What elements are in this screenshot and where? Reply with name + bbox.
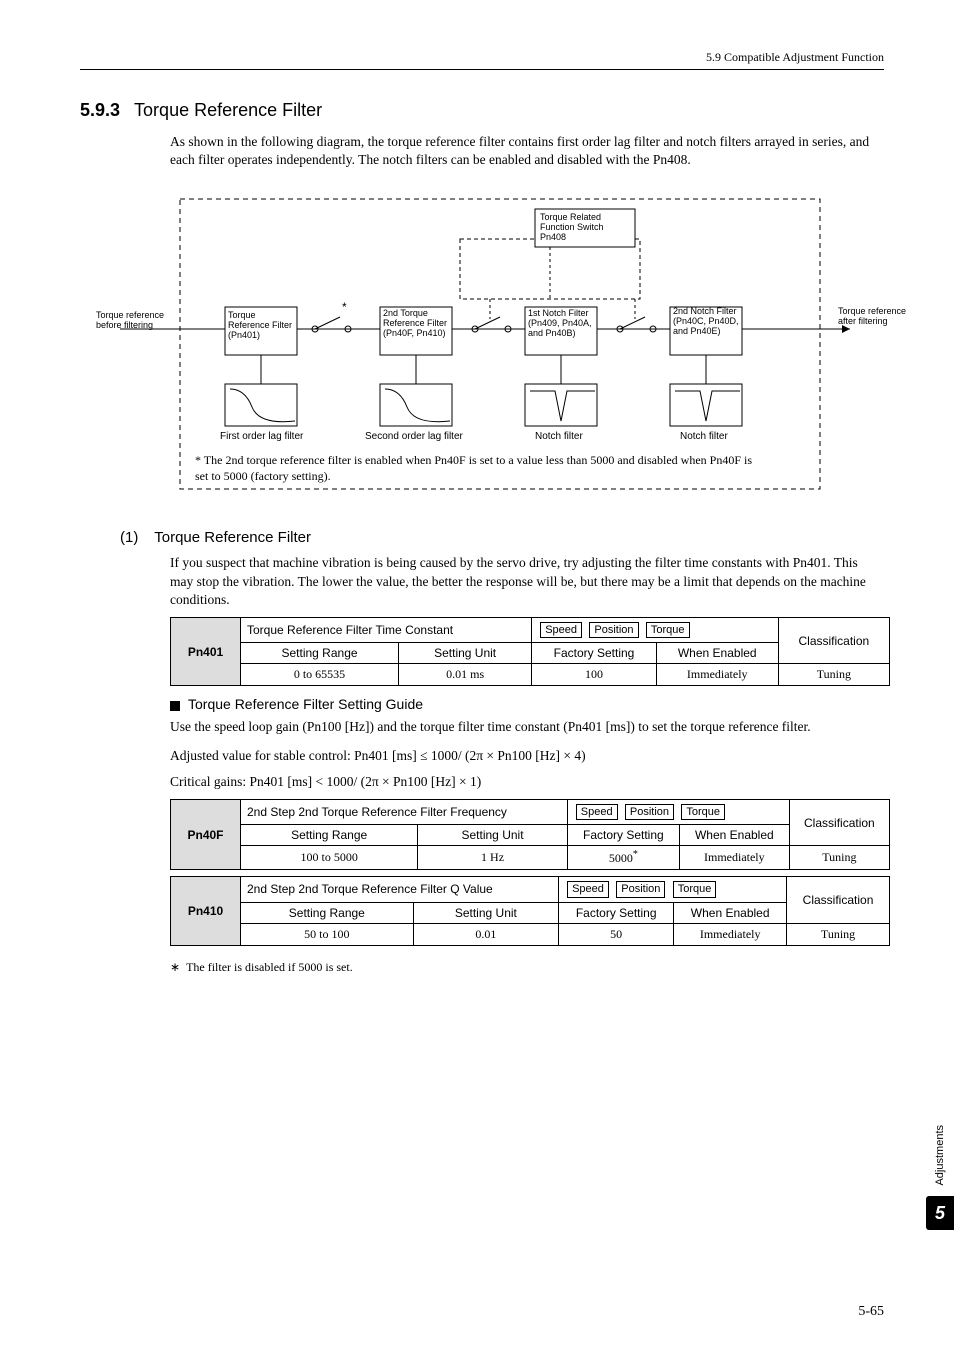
- pn401-enabled: Immediately: [656, 664, 778, 686]
- param-table-pn40f: Pn40F 2nd Step 2nd Torque Reference Filt…: [170, 799, 890, 870]
- pn410-label: Pn410: [171, 877, 241, 945]
- classification-header: Classification: [778, 618, 889, 664]
- pn40f-label: Pn40F: [171, 800, 241, 870]
- guide-title: Torque Reference Filter Setting Guide: [188, 696, 423, 712]
- pn410-factory: 50: [559, 923, 674, 945]
- diagram-block2: 2nd Torque Reference Filter (Pn40F, Pn41…: [383, 309, 449, 339]
- diagram-caption1: First order lag filter: [220, 431, 303, 442]
- section-heading: 5.9.3 Torque Reference Filter: [80, 100, 884, 121]
- pn401-range: 0 to 65535: [241, 664, 399, 686]
- diagram-switch-box: Torque Related Function Switch Pn408: [540, 213, 632, 243]
- diagram-output-label: Torque reference after filtering: [838, 307, 908, 327]
- classification-header: Classification: [787, 877, 890, 923]
- pn40f-class: Tuning: [789, 846, 889, 870]
- diagram-footnote: * The 2nd torque reference filter is ena…: [195, 453, 755, 484]
- tag-speed: Speed: [540, 622, 582, 638]
- diagram-caption4: Notch filter: [680, 431, 728, 442]
- tag-torque: Torque: [673, 881, 717, 897]
- guide-p3: Critical gains: Pn401 [ms] < 1000/ (2π ×…: [170, 773, 884, 791]
- side-label: Adjustments: [934, 1125, 946, 1186]
- pn410-title: 2nd Step 2nd Torque Reference Filter Q V…: [247, 882, 493, 896]
- section-intro: As shown in the following diagram, the t…: [170, 133, 884, 169]
- tag-speed: Speed: [576, 804, 618, 820]
- subsection-body: If you suspect that machine vibration is…: [170, 554, 884, 609]
- pn401-title: Torque Reference Filter Time Constant: [247, 623, 453, 637]
- diagram-block4: 2nd Notch Filter (Pn40C, Pn40D, and Pn40…: [673, 307, 739, 337]
- tag-position: Position: [589, 622, 638, 638]
- col-setting-unit: Setting Unit: [413, 902, 558, 923]
- side-tab: Adjustments 5: [926, 1125, 954, 1230]
- pn410-unit: 0.01: [413, 923, 558, 945]
- section-number: 5.9.3: [80, 100, 120, 121]
- col-setting-unit: Setting Unit: [418, 825, 567, 846]
- filter-diagram: Torque reference before filtering Torque…: [80, 189, 884, 509]
- square-bullet-icon: [170, 701, 180, 711]
- pn401-factory: 100: [532, 664, 657, 686]
- header-breadcrumb: 5.9 Compatible Adjustment Function: [80, 50, 884, 70]
- pn410-enabled: Immediately: [674, 923, 787, 945]
- col-when-enabled: When Enabled: [656, 643, 778, 664]
- pn410-range: 50 to 100: [241, 923, 414, 945]
- diagram-caption2: Second order lag filter: [365, 431, 463, 442]
- tag-position: Position: [616, 881, 665, 897]
- tag-speed: Speed: [567, 881, 609, 897]
- param-table-pn401: Pn401 Torque Reference Filter Time Const…: [170, 617, 890, 686]
- pn40f-enabled: Immediately: [679, 846, 789, 870]
- pn401-unit: 0.01 ms: [399, 664, 532, 686]
- guide-p1: Use the speed loop gain (Pn100 [Hz]) and…: [170, 718, 884, 736]
- col-setting-unit: Setting Unit: [399, 643, 532, 664]
- pn401-class: Tuning: [778, 664, 889, 686]
- pn40f-title: 2nd Step 2nd Torque Reference Filter Fre…: [247, 805, 507, 819]
- subsection-number: (1): [120, 529, 138, 546]
- tag-torque: Torque: [681, 804, 725, 820]
- col-factory-setting: Factory Setting: [559, 902, 674, 923]
- footnote: ∗ The filter is disabled if 5000 is set.: [170, 960, 884, 975]
- tag-torque: Torque: [646, 622, 690, 638]
- pn401-label: Pn401: [171, 618, 241, 686]
- col-setting-range: Setting Range: [241, 825, 418, 846]
- chapter-badge: 5: [926, 1196, 954, 1230]
- classification-header: Classification: [789, 800, 889, 846]
- diagram-input-label: Torque reference before filtering: [96, 311, 166, 331]
- diagram-caption3: Notch filter: [535, 431, 583, 442]
- page-number: 5-65: [858, 1304, 884, 1320]
- pn410-class: Tuning: [787, 923, 890, 945]
- guide-heading: Torque Reference Filter Setting Guide: [170, 696, 884, 712]
- pn40f-factory: 5000*: [567, 846, 679, 870]
- col-factory-setting: Factory Setting: [567, 825, 679, 846]
- col-factory-setting: Factory Setting: [532, 643, 657, 664]
- diagram-block1: Torque Reference Filter (Pn401): [228, 311, 294, 341]
- section-title: Torque Reference Filter: [134, 100, 322, 121]
- diagram-asterisk: *: [342, 301, 347, 314]
- col-setting-range: Setting Range: [241, 902, 414, 923]
- col-when-enabled: When Enabled: [679, 825, 789, 846]
- pn40f-unit: 1 Hz: [418, 846, 567, 870]
- subsection-title: Torque Reference Filter: [154, 529, 311, 546]
- param-table-pn410: Pn410 2nd Step 2nd Torque Reference Filt…: [170, 876, 890, 945]
- col-when-enabled: When Enabled: [674, 902, 787, 923]
- tag-position: Position: [625, 804, 674, 820]
- col-setting-range: Setting Range: [241, 643, 399, 664]
- guide-p2: Adjusted value for stable control: Pn401…: [170, 747, 884, 765]
- pn40f-range: 100 to 5000: [241, 846, 418, 870]
- subsection-heading: (1) Torque Reference Filter: [120, 529, 884, 546]
- diagram-block3: 1st Notch Filter (Pn409, Pn40A, and Pn40…: [528, 309, 594, 339]
